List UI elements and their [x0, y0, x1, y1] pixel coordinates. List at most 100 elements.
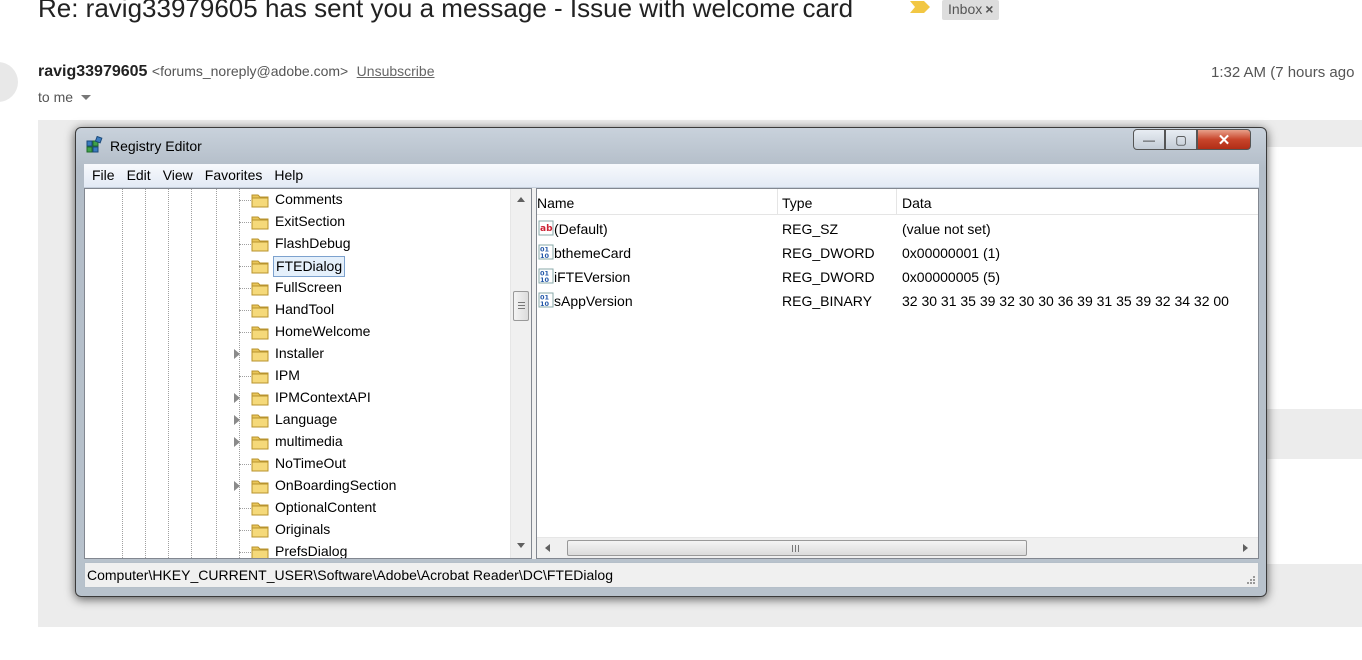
binary-value-icon: 0110	[538, 292, 554, 308]
window-titlebar[interactable]: Registry Editor — ▢ ✕	[76, 128, 1266, 162]
scroll-down-arrow-icon[interactable]	[517, 543, 525, 548]
registry-value-row[interactable]: 01 10 sAppVersion REG_BINARY 32 30 31 35 39 …	[537, 289, 1258, 313]
grip-line	[518, 305, 525, 306]
window-controls: — ▢ ✕	[1133, 129, 1251, 151]
tree-item[interactable]: OnBoardingSection	[85, 475, 510, 497]
value-data: (value not set)	[902, 221, 991, 237]
tree-item-label[interactable]: multimedia	[273, 432, 345, 451]
scroll-up-arrow-icon[interactable]	[517, 197, 525, 202]
menu-edit[interactable]: Edit	[123, 164, 155, 187]
tree-item-label[interactable]: Language	[273, 410, 339, 429]
tree-item[interactable]: Originals	[85, 519, 510, 541]
menu-favorites[interactable]: Favorites	[201, 164, 267, 187]
value-type: REG_SZ	[782, 221, 839, 237]
tree-item[interactable]: OptionalContent	[85, 497, 510, 519]
column-separator[interactable]	[777, 189, 778, 215]
sender-name[interactable]: ravig33979605	[38, 63, 147, 80]
expand-arrow-icon[interactable]	[234, 481, 240, 491]
tree-item-label[interactable]: PrefsDialog	[273, 542, 349, 558]
grip-line	[795, 545, 796, 552]
tree-item-label[interactable]: FlashDebug	[273, 234, 353, 253]
tree-connector	[239, 266, 251, 267]
scroll-right-arrow-icon[interactable]	[1243, 544, 1248, 552]
tree-item[interactable]: HomeWelcome	[85, 321, 510, 343]
folder-icon	[251, 524, 269, 538]
close-button[interactable]: ✕	[1197, 129, 1251, 150]
tree-item[interactable]: FlashDebug	[85, 233, 510, 255]
tree-item-label[interactable]: Originals	[273, 520, 332, 539]
registry-value-row[interactable]: 01 10 bthemeCard REG_DWORD 0x00000001 (1)	[537, 241, 1258, 265]
registry-editor-window: Registry Editor — ▢ ✕ File Edit View Favori…	[75, 127, 1267, 597]
folder-icon	[251, 282, 269, 296]
folder-icon	[251, 502, 269, 516]
tree-item-label[interactable]: NoTimeOut	[273, 454, 348, 473]
registry-value-row[interactable]: ab (Default) REG_SZ (value not set)	[537, 217, 1258, 241]
menu-view[interactable]: View	[159, 164, 197, 187]
value-name: (Default)	[554, 221, 608, 237]
tree-item[interactable]: Installer	[85, 343, 510, 365]
folder-icon	[251, 348, 269, 362]
menu-file[interactable]: File	[88, 164, 119, 187]
folder-icon	[251, 414, 269, 428]
tree-item-label[interactable]: Installer	[273, 344, 326, 363]
tree-item-label[interactable]: OnBoardingSection	[273, 476, 398, 495]
tree-connector	[239, 200, 251, 201]
tree-item[interactable]: FullScreen	[85, 277, 510, 299]
folder-icon	[251, 546, 269, 558]
tree-item[interactable]: NoTimeOut	[85, 453, 510, 475]
tree-item[interactable]: multimedia	[85, 431, 510, 453]
tree-item-label[interactable]: FullScreen	[273, 278, 344, 297]
tree-item-label[interactable]: OptionalContent	[273, 498, 378, 517]
tree-connector	[239, 244, 251, 245]
column-separator[interactable]	[896, 189, 897, 215]
registry-values-list[interactable]: Name Type Data ab (Default) REG_SZ (value n…	[536, 188, 1259, 559]
registry-value-row[interactable]: 01 10 iFTEVersion REG_DWORD 0x00000005 (5)	[537, 265, 1258, 289]
expand-arrow-icon[interactable]	[234, 415, 240, 425]
remove-label-icon[interactable]: ×	[985, 1, 993, 17]
expand-arrow-icon[interactable]	[234, 393, 240, 403]
folder-icon	[251, 370, 269, 384]
scroll-thumb[interactable]	[567, 540, 1027, 556]
recipients-toggle[interactable]: to me	[38, 89, 92, 105]
folder-icon	[251, 194, 269, 208]
tree-item[interactable]: ExitSection	[85, 211, 510, 233]
tree-connector	[239, 310, 251, 311]
tree-item[interactable]: Language	[85, 409, 510, 431]
tree-vertical-scrollbar[interactable]	[510, 189, 531, 558]
column-header-type[interactable]: Type	[782, 189, 812, 215]
tree-item-label[interactable]: FTEDialog	[273, 256, 346, 277]
tree-item-label[interactable]: ExitSection	[273, 212, 347, 231]
tree-item-label[interactable]: HomeWelcome	[273, 322, 372, 341]
resize-grip-icon[interactable]	[1245, 574, 1255, 584]
tree-connector	[239, 376, 251, 377]
expand-arrow-icon[interactable]	[234, 349, 240, 359]
tree-item-label[interactable]: IPMContextAPI	[273, 388, 373, 407]
maximize-button[interactable]: ▢	[1165, 129, 1197, 150]
unsubscribe-link[interactable]: Unsubscribe	[357, 63, 435, 79]
tree-item[interactable]: PrefsDialog	[85, 541, 510, 558]
tree-item-label[interactable]: Comments	[273, 190, 345, 209]
value-name: bthemeCard	[554, 245, 632, 261]
inbox-label-badge[interactable]: Inbox ×	[942, 0, 1000, 20]
scroll-left-arrow-icon[interactable]	[545, 544, 550, 552]
importance-marker-icon[interactable]	[908, 0, 932, 14]
expand-arrow-icon[interactable]	[234, 437, 240, 447]
list-horizontal-scrollbar[interactable]	[537, 537, 1258, 558]
column-header-data[interactable]: Data	[902, 189, 932, 215]
registry-key-tree[interactable]: Comments ExitSection FlashDebug FTEDialog Fu…	[84, 188, 532, 559]
chevron-down-icon[interactable]	[81, 95, 92, 100]
tree-item[interactable]: IPMContextAPI	[85, 387, 510, 409]
tree-item-label[interactable]: HandTool	[273, 300, 336, 319]
tree-item[interactable]: HandTool	[85, 299, 510, 321]
tree-connector	[239, 288, 251, 289]
email-subject: Re: ravig33979605 has sent you a message…	[38, 0, 854, 23]
tree-item[interactable]: IPM	[85, 365, 510, 387]
tree-item-label[interactable]: IPM	[273, 366, 302, 385]
menu-help[interactable]: Help	[270, 164, 307, 187]
tree-item[interactable]: Comments	[85, 189, 510, 211]
minimize-button[interactable]: —	[1133, 129, 1165, 150]
tree-item[interactable]: FTEDialog	[85, 255, 510, 277]
inbox-label-text: Inbox	[948, 1, 983, 17]
scroll-thumb[interactable]	[513, 291, 529, 321]
column-header-name[interactable]: Name	[537, 189, 574, 215]
